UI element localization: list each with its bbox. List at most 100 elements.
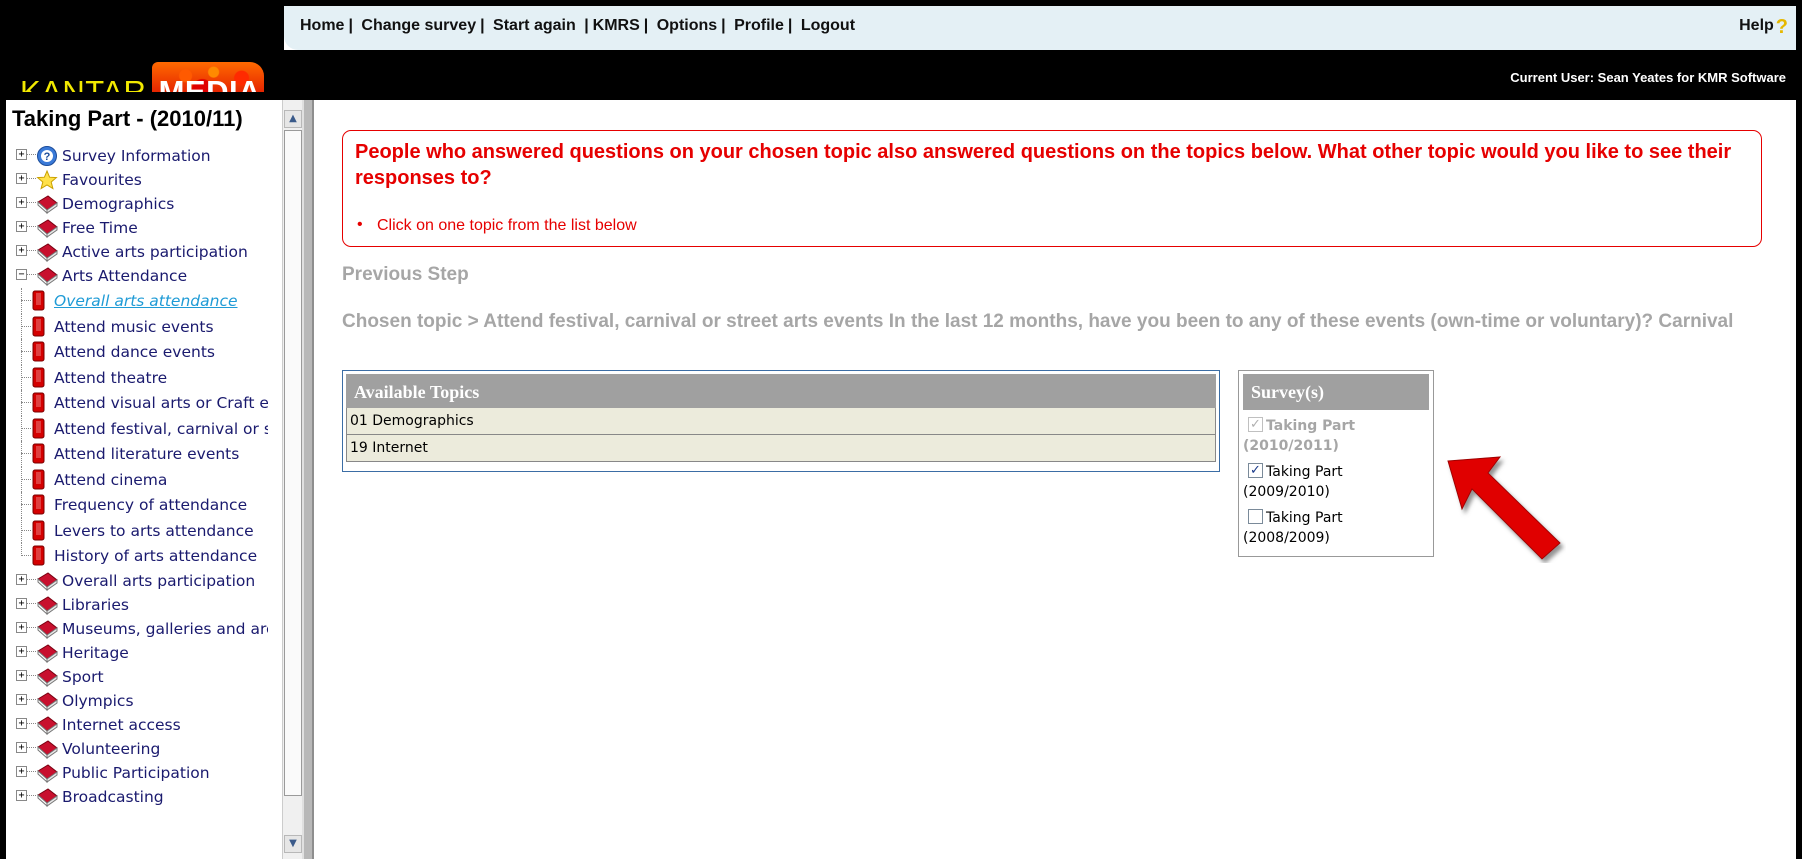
nav-home[interactable]: Home — [300, 17, 344, 34]
tree-connector — [27, 770, 36, 772]
svg-text:?: ? — [44, 151, 51, 163]
tree-node-a8[interactable]: + Public Participation — [10, 761, 268, 785]
tree-node-label: Overall arts participation — [62, 571, 256, 590]
tree-connector — [21, 325, 31, 327]
tree-child-label: Attend dance events — [54, 343, 215, 361]
tree-child-3[interactable]: Attend theatre — [10, 364, 268, 390]
topic-row-internet[interactable]: 19 Internet — [346, 435, 1216, 462]
expand-icon[interactable]: + — [16, 717, 27, 729]
survey-option-2010-2011[interactable]: Taking Part (2010/2011) — [1243, 415, 1429, 456]
tree-child-5[interactable]: Attend festival, carnival or s — [10, 415, 268, 441]
tree-child-0[interactable]: Overall arts attendance — [10, 288, 268, 314]
tree-node-n1[interactable]: + Favourites — [10, 168, 268, 192]
tree-child-9[interactable]: Levers to arts attendance — [10, 517, 268, 543]
tree-connector — [27, 226, 36, 227]
tree-node-a9[interactable]: + Broadcasting — [10, 785, 268, 809]
tree-node-a1[interactable]: + Libraries — [10, 593, 268, 617]
tree-child-1[interactable]: Attend music events — [10, 313, 268, 339]
expand-icon[interactable]: + — [16, 573, 27, 585]
tree-node-a6[interactable]: + Internet access — [10, 713, 268, 737]
expand-icon[interactable]: + — [16, 245, 27, 256]
kantar-media-logo: KANTAR MEDIA — [20, 62, 264, 92]
tree-child-6[interactable]: Attend literature events — [10, 441, 268, 467]
tree-connector — [27, 746, 36, 748]
item-icon — [32, 290, 45, 311]
tree-node-a7[interactable]: + Volunteering — [10, 737, 268, 761]
scroll-thumb[interactable] — [284, 130, 302, 796]
expand-icon[interactable]: + — [16, 789, 27, 801]
sidebar-scrollbar[interactable]: ▲ ▼ — [282, 100, 302, 859]
instruction-question: People who answered questions on your ch… — [355, 141, 1732, 189]
help-link[interactable]: Help? — [1739, 16, 1788, 39]
tree-node-a5[interactable]: + Olympics — [10, 689, 268, 713]
nav-options[interactable]: Options — [657, 17, 717, 34]
nav-profile[interactable]: Profile — [734, 17, 784, 34]
tree-child-label: Attend visual arts or Craft e — [54, 394, 268, 412]
tree-node-n0[interactable]: +? Survey Information — [10, 144, 268, 168]
tree-connector — [27, 698, 36, 700]
nav-start-again[interactable]: Start again — [493, 17, 576, 34]
survey-option-years: (2010/2011) — [1243, 438, 1339, 454]
nav-logout[interactable]: Logout — [801, 17, 855, 34]
expand-icon[interactable]: + — [16, 197, 27, 208]
tree-child-label: Attend music events — [54, 317, 214, 336]
surveys-header: Survey(s) — [1243, 374, 1429, 410]
item-icon — [32, 418, 45, 439]
tree-node-n4[interactable]: + Active arts participation — [10, 240, 268, 264]
book-icon — [36, 714, 58, 736]
expand-icon[interactable]: + — [16, 693, 27, 705]
tree-node-a2[interactable]: + Museums, galleries and arc — [10, 617, 268, 641]
book-icon — [36, 690, 58, 712]
tree-node-a0[interactable]: + Overall arts participation — [10, 569, 268, 593]
tree-child-label[interactable]: Overall arts attendance — [54, 292, 238, 310]
tree-child-8[interactable]: Frequency of attendance — [10, 492, 268, 518]
tree-node-label: Favourites — [62, 171, 142, 189]
checkbox-unchecked-icon[interactable] — [1248, 509, 1263, 524]
scroll-down-arrow-icon[interactable]: ▼ — [284, 835, 302, 853]
collapse-icon[interactable]: − — [16, 269, 27, 280]
tree-node-a3[interactable]: + Heritage — [10, 641, 268, 665]
tree-connector — [21, 555, 31, 556]
scroll-up-arrow-icon[interactable]: ▲ — [284, 110, 302, 128]
previous-step-link[interactable]: Previous Step — [342, 264, 469, 286]
topic-row-demographics[interactable]: 01 Demographics — [346, 408, 1216, 435]
tree-connector — [27, 578, 36, 580]
expand-icon[interactable]: + — [16, 173, 27, 184]
surveys-panel: Survey(s) Taking Part (2010/2011) Taking… — [1238, 370, 1434, 557]
logo-word-media: MEDIA — [151, 62, 264, 92]
logo-area: KANTAR MEDIA — [6, 6, 284, 100]
user-bar: Current User: Sean Yeates for KMR Softwa… — [284, 50, 1796, 100]
tree-child-4[interactable]: Attend visual arts or Craft e — [10, 390, 268, 416]
tree-node-label: Active arts participation — [62, 243, 248, 261]
tree-connector — [21, 478, 31, 480]
expand-icon[interactable]: + — [16, 669, 27, 681]
tree-node-n3[interactable]: + Free Time — [10, 216, 268, 240]
tree-node-n2[interactable]: + Demographics — [10, 192, 268, 216]
tree-node-n5[interactable]: − Arts Attendance — [10, 264, 268, 288]
expand-icon[interactable]: + — [16, 645, 27, 657]
tree-connector — [21, 376, 31, 378]
expand-icon[interactable]: + — [16, 597, 27, 609]
tree-child-2[interactable]: Attend dance events — [10, 339, 268, 365]
survey-option-label: Taking Part — [1266, 418, 1356, 434]
checkbox-checked-icon[interactable] — [1248, 461, 1263, 481]
checkbox-checked-disabled-icon[interactable] — [1248, 415, 1263, 435]
expand-icon[interactable]: + — [16, 221, 27, 232]
tree-child-7[interactable]: Attend cinema — [10, 466, 268, 492]
expand-icon[interactable]: + — [16, 765, 27, 777]
logo-word-kantar: KANTAR — [20, 74, 147, 92]
expand-icon[interactable]: + — [16, 741, 27, 753]
survey-option-2008-2009[interactable]: Taking Part (2008/2009) — [1243, 508, 1429, 548]
nav-kmrs[interactable]: KMRS — [593, 17, 640, 34]
nav-change-survey[interactable]: Change survey — [361, 17, 476, 34]
instruction-bullet: Click on one topic from the list below — [357, 216, 637, 235]
tree-node-a4[interactable]: + Sport — [10, 665, 268, 689]
tree-node-label: Internet access — [62, 715, 181, 734]
survey-option-2009-2010[interactable]: Taking Part (2009/2010) — [1243, 461, 1429, 502]
tree-child-10[interactable]: History of arts attendance — [10, 543, 268, 569]
top-nav-bar: Home | Change survey | Start again | KMRS | … — [284, 6, 1796, 50]
expand-icon[interactable]: + — [16, 149, 27, 160]
survey-option-label: Taking Part — [1266, 464, 1343, 480]
expand-icon[interactable]: + — [16, 621, 27, 633]
pane-splitter[interactable] — [302, 100, 314, 859]
